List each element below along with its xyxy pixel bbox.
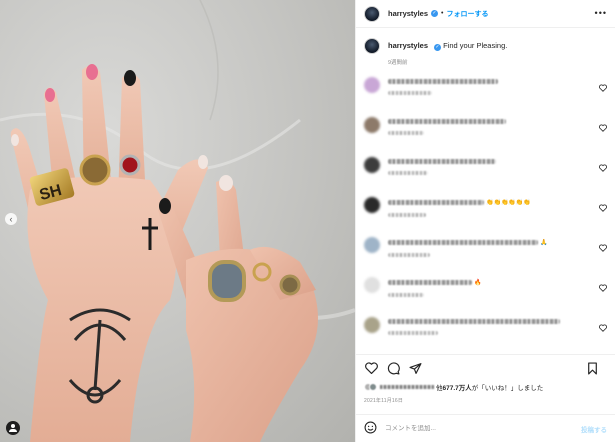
bookmark-icon[interactable] — [585, 361, 599, 375]
comments-list[interactable]: harrystyles ✓ Find your Pleasing. 9週間前 👏👏… — [356, 28, 615, 354]
comment-text-blurred — [388, 119, 506, 124]
separator: • — [441, 10, 444, 17]
follow-button[interactable]: フォローする — [446, 9, 488, 19]
caption-username[interactable]: harrystyles — [388, 41, 428, 50]
comment-row — [364, 154, 607, 191]
hands-with-rings-photo: SH — [0, 0, 355, 442]
comment-like-heart-icon[interactable] — [599, 244, 607, 254]
commenter-avatar[interactable] — [364, 77, 380, 93]
comment-text-blurred — [388, 200, 484, 205]
comment-row — [364, 114, 607, 151]
likes-suffix: が「いいね！」しました — [471, 385, 544, 392]
commenter-avatar[interactable] — [364, 197, 380, 213]
share-paper-plane-icon[interactable] — [408, 361, 422, 375]
likes-summary[interactable]: 他677.7万人が「いいね！」しました — [356, 381, 615, 393]
likes-count[interactable]: 677.7万人 — [443, 385, 472, 392]
comment-row: 🙏 — [364, 234, 607, 271]
comment-text-blurred — [388, 240, 538, 245]
comment-like-heart-icon[interactable] — [599, 324, 607, 334]
commenter-avatar[interactable] — [364, 237, 380, 253]
comment-like-heart-icon[interactable] — [599, 284, 607, 294]
carousel-prev-button[interactable]: ‹ — [5, 213, 17, 225]
liker-username-blurred — [380, 385, 434, 389]
comment-body — [388, 314, 607, 335]
comment-like-heart-icon[interactable] — [599, 124, 607, 134]
commenter-avatar[interactable] — [364, 277, 380, 293]
post-image[interactable]: SH ‹ — [0, 0, 355, 442]
comment-meta-blurred[interactable] — [388, 91, 432, 95]
comment-row — [364, 314, 607, 351]
verified-badge-icon: ✓ — [431, 10, 439, 17]
comment-meta-blurred[interactable] — [388, 171, 428, 175]
comment-body — [388, 74, 607, 95]
commenter-avatar[interactable] — [364, 117, 380, 133]
comment-like-heart-icon[interactable] — [599, 84, 607, 94]
caption-time[interactable]: 9週間前 — [388, 58, 607, 66]
post-caption: harrystyles ✓ Find your Pleasing. — [364, 38, 607, 54]
comment-input[interactable] — [385, 425, 581, 432]
comment-row: 👏👏👏👏👏👏 — [364, 194, 607, 231]
comment-body: 👏👏👏👏👏👏 — [388, 194, 607, 217]
comment-body — [388, 154, 607, 175]
liker-avatar — [369, 383, 377, 391]
comment-emojis: 🔥 — [474, 280, 482, 286]
action-bar — [356, 355, 615, 381]
comment-body: 🔥 — [388, 274, 607, 297]
comment-like-heart-icon[interactable] — [599, 164, 607, 174]
add-comment-bar: 投稿する — [356, 414, 615, 442]
post-comment-button[interactable]: 投稿する — [581, 424, 607, 434]
post-footer: 他677.7万人が「いいね！」しました 2021年11月16日 投稿する — [356, 354, 615, 442]
avatar[interactable] — [364, 5, 380, 22]
comment-text-blurred — [388, 319, 560, 324]
comment-text-blurred — [388, 79, 498, 84]
comment-bubble-icon[interactable] — [386, 361, 400, 375]
comment-row: 🔥 — [364, 274, 607, 311]
likes-text: 他677.7万人が「いいね！」しました — [436, 382, 543, 392]
comment-meta-blurred[interactable] — [388, 131, 424, 135]
comment-row — [364, 74, 607, 111]
comment-meta-blurred[interactable] — [388, 213, 426, 217]
comment-meta-blurred[interactable] — [388, 331, 438, 335]
comment-body: 🙏 — [388, 234, 607, 257]
comment-text-blurred — [388, 280, 472, 285]
commenter-avatar[interactable] — [364, 157, 380, 173]
comment-meta-blurred[interactable] — [388, 253, 430, 257]
post-side-panel: harrystyles ✓ • フォローする ••• harrystyles ✓ … — [355, 0, 615, 442]
comment-like-heart-icon[interactable] — [599, 204, 607, 214]
post-date[interactable]: 2021年11月16日 — [356, 393, 615, 404]
caption-avatar[interactable] — [364, 38, 380, 54]
header-username[interactable]: harrystyles — [388, 9, 428, 18]
comment-body — [388, 114, 607, 135]
commenter-avatar[interactable] — [364, 317, 380, 333]
comment-emojis: 🙏 — [540, 240, 548, 246]
caption-text: Find your Pleasing. — [443, 41, 508, 50]
comment-text-blurred — [388, 159, 496, 164]
emoji-smile-icon[interactable] — [364, 421, 377, 436]
verified-badge-icon: ✓ — [434, 44, 442, 51]
post-header: harrystyles ✓ • フォローする ••• — [356, 0, 615, 28]
user-tag-icon[interactable] — [6, 421, 20, 435]
comment-meta-blurred[interactable] — [388, 293, 424, 297]
comment-emojis: 👏👏👏👏👏👏 — [486, 200, 531, 206]
more-options-icon[interactable]: ••• — [595, 8, 607, 18]
like-heart-icon[interactable] — [364, 361, 378, 375]
